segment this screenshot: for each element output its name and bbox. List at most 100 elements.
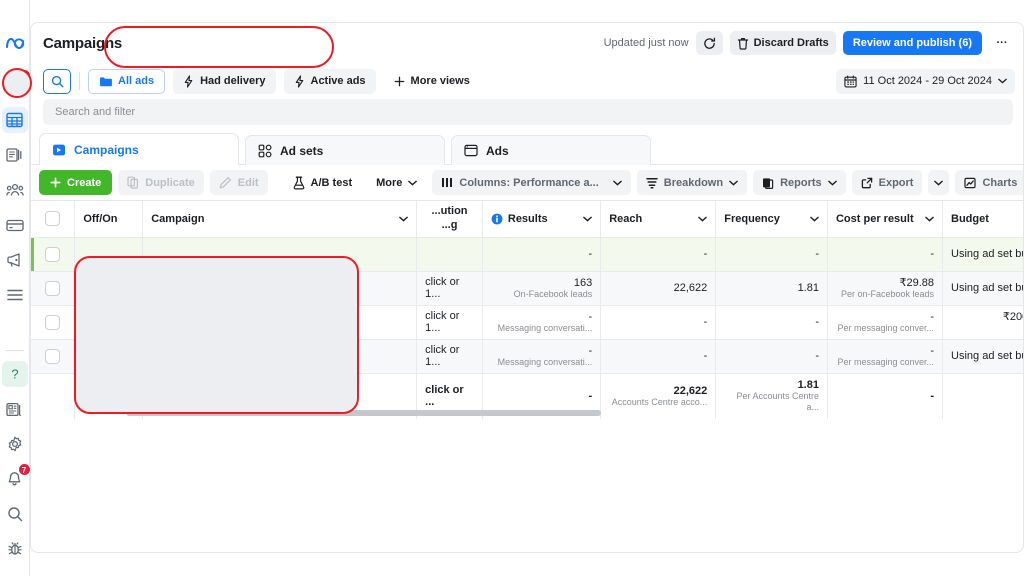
column-header-frequency[interactable]: Frequency (715, 201, 828, 238)
row-checkbox[interactable] (45, 246, 61, 262)
redacted-avatar-circle-annotation (2, 68, 32, 98)
views-search-button[interactable] (43, 68, 71, 94)
rail-item-billing-card[interactable] (2, 212, 28, 238)
ab-test-button[interactable]: A/B test (284, 170, 362, 195)
bolt-icon (183, 74, 194, 88)
row-budget-value: Using ad set bud... (951, 248, 1023, 260)
row-cpr-subtext: Per on-Facebook leads (840, 289, 935, 300)
row-results-value: - (588, 310, 593, 323)
view-chip-all-ads[interactable]: All ads (88, 68, 166, 94)
tab-ads[interactable]: Ads (451, 135, 651, 165)
row-budget-cell[interactable]: Using ad set bud... (942, 237, 1023, 272)
row-budget-cell[interactable]: ₹200.00 Daily (942, 305, 1023, 340)
chevron-down-icon[interactable] (925, 216, 934, 222)
row-attribution-cell: click or 1... (416, 305, 483, 340)
row-select-cell (31, 305, 76, 340)
row-checkbox[interactable] (45, 314, 61, 330)
refresh-button[interactable] (695, 31, 723, 55)
reports-button[interactable]: Reports (753, 170, 846, 195)
header-overflow-menu-button[interactable]: ··· (989, 31, 1015, 55)
view-chip-label: Active ads (310, 75, 366, 87)
row-budget-cell[interactable]: Using ad set bud... (942, 339, 1023, 374)
rail-item-audience-people[interactable] (2, 177, 28, 203)
row-select-cell (31, 339, 76, 374)
row-budget-cell[interactable]: Using ad set bud... (942, 271, 1023, 306)
row-cpr-value: - (930, 344, 935, 357)
rail-item-help[interactable]: ? (1, 361, 28, 387)
row-cpr-value: - (930, 310, 935, 323)
row-cpr-cell: - Per messaging conver... (827, 305, 944, 340)
column-header-offon[interactable]: Off/On (74, 201, 144, 238)
folder-icon (99, 76, 112, 87)
meta-logo-icon[interactable] (5, 36, 25, 50)
page-title: Campaigns (43, 34, 123, 52)
chevron-down-icon[interactable] (583, 216, 593, 222)
export-dropdown-button[interactable] (928, 170, 950, 195)
column-header-attribution-setting[interactable]: ...ution ...g (416, 201, 483, 238)
edit-button[interactable]: Edit (209, 170, 268, 195)
chevron-down-icon[interactable] (399, 216, 408, 222)
total-reach-value: 22,622 (673, 384, 708, 397)
rail-item-bug-report[interactable] (2, 536, 28, 562)
export-button[interactable]: Export (851, 170, 923, 195)
rail-item-search-magnifier[interactable] (2, 501, 28, 527)
row-checkbox[interactable] (45, 348, 61, 364)
trash-bin-icon (737, 37, 749, 50)
column-header-budget[interactable]: Budget (942, 201, 1023, 238)
column-header-cost-per-result[interactable]: Cost per result (827, 201, 944, 238)
total-cpr-value: - (930, 390, 935, 403)
row-cpr-subtext: Per messaging conver... (837, 322, 935, 333)
column-label: Cost per result (835, 212, 914, 225)
bolt-icon (294, 74, 305, 88)
rail-item-bell-notifications[interactable]: 7 (2, 463, 31, 492)
rail-item-gear-settings[interactable] (2, 431, 28, 457)
row-budget-value: ₹200.00 (1002, 311, 1023, 324)
calendar-icon (844, 75, 857, 88)
tab-ad-sets[interactable]: Ad sets (245, 135, 445, 165)
total-reach-subtext: Accounts Centre acco... (611, 396, 708, 407)
breakdown-lines-icon (646, 177, 658, 189)
duplicate-button[interactable]: Duplicate (118, 170, 204, 195)
views-bar: All ads Had delivery Active ads More vie… (31, 63, 1023, 99)
info-icon[interactable] (491, 213, 503, 225)
chevron-down-icon (998, 78, 1007, 84)
column-label: Campaign (151, 212, 205, 225)
more-views-label: More views (410, 75, 470, 87)
row-attribution-cell (416, 237, 483, 272)
more-views-button[interactable]: More views (384, 69, 480, 94)
column-header-reach[interactable]: Reach (600, 201, 717, 238)
review-and-publish-button[interactable]: Review and publish (6) (842, 31, 982, 55)
search-and-filter-input[interactable]: Search and filter (43, 99, 1013, 125)
rail-item-megaphone[interactable] (2, 247, 28, 273)
chevron-down-icon[interactable] (698, 216, 708, 222)
date-range-picker[interactable]: 11 Oct 2024 - 29 Oct 2024 (836, 68, 1015, 94)
views-divider (79, 72, 80, 90)
rail-item-pages-stack[interactable] (2, 142, 28, 168)
view-chip-active-ads[interactable]: Active ads (283, 68, 376, 94)
view-chip-had-delivery[interactable]: Had delivery (173, 68, 276, 94)
column-header-results[interactable]: Results (482, 201, 602, 238)
rail-item-news-article[interactable] (2, 396, 28, 422)
row-results-cell: - Messaging conversati... (482, 339, 602, 374)
chevron-down-icon[interactable] (810, 216, 819, 222)
discard-drafts-button[interactable]: Discard Drafts (729, 31, 836, 55)
columns-button[interactable]: Columns: Performance a... (432, 170, 631, 195)
table-header-row: Off/On Campaign ...ution ...g Results Re… (31, 201, 1023, 238)
row-attribution-cell: click or 1... (416, 271, 483, 306)
more-actions-button[interactable]: More (367, 170, 426, 195)
breakdown-button[interactable]: Breakdown (636, 170, 748, 195)
row-reach-cell: 22,622 (600, 271, 717, 306)
row-results-cell: - Messaging conversati... (482, 305, 602, 340)
row-budget-value: Using ad set bud... (951, 282, 1023, 294)
rail-item-hamburger-menu[interactable] (2, 282, 28, 308)
select-all-checkbox[interactable] (45, 211, 61, 227)
column-header-campaign[interactable]: Campaign (142, 201, 418, 238)
tab-campaigns[interactable]: Campaigns (39, 133, 239, 166)
create-button[interactable]: Create (39, 170, 113, 195)
rail-item-table-grid[interactable] (1, 107, 28, 133)
row-frequency-cell: - (715, 237, 828, 272)
charts-button[interactable]: Charts (955, 170, 1023, 195)
row-checkbox[interactable] (45, 280, 61, 296)
tab-label: Campaigns (74, 142, 139, 157)
tab-label: Ads (486, 143, 509, 158)
